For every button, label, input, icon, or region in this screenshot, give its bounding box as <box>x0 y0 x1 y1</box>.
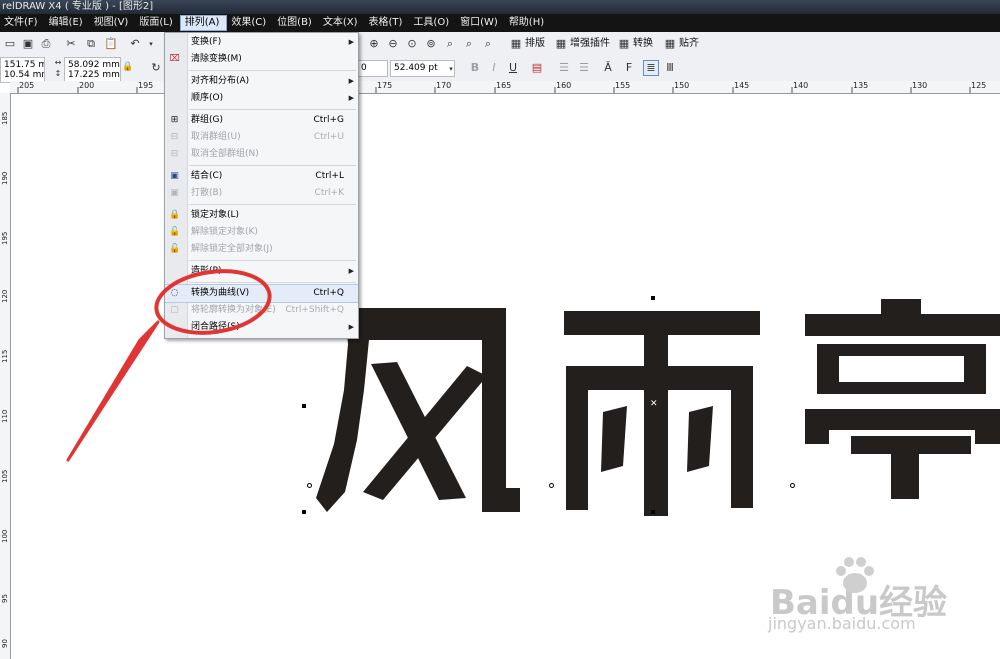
paw-icon <box>832 555 878 595</box>
baidu-watermark-url: jingyan.baidu.com <box>768 614 916 633</box>
